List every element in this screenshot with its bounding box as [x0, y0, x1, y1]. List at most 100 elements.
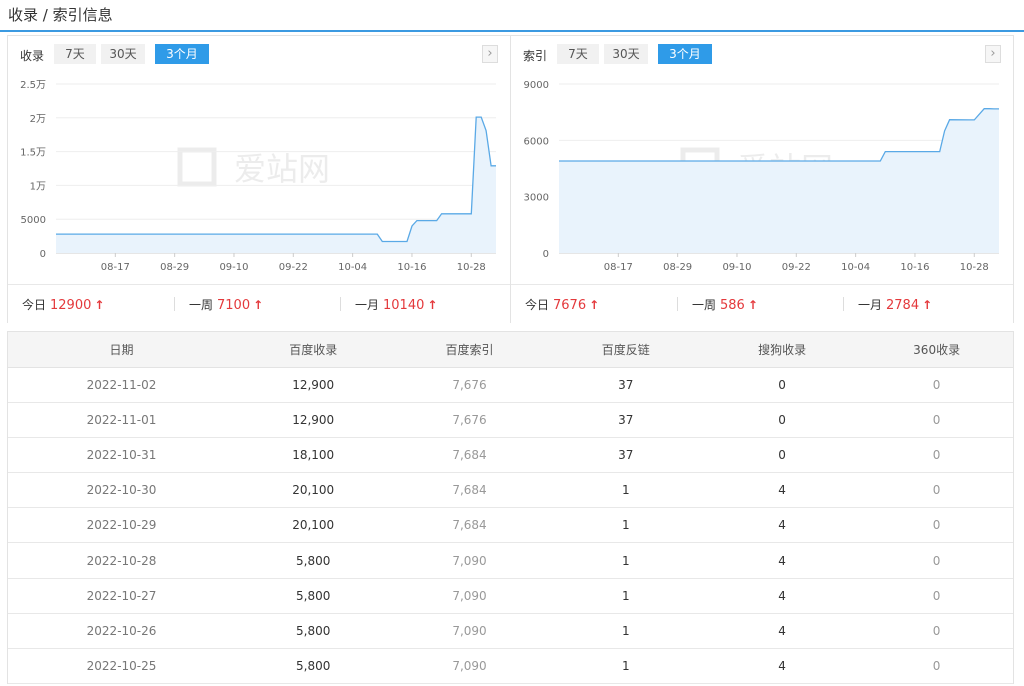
panel-label: 索引 [523, 49, 548, 63]
table-cell: 5,800 [235, 613, 392, 650]
tab-30d[interactable]: 30天 [101, 44, 145, 64]
arrow-up-icon: ↑ [922, 298, 933, 312]
table-row: 2022-10-30 20,100 7,684 1 4 0 [8, 472, 1013, 509]
table-row: 2022-10-28 5,800 7,090 1 4 0 [8, 542, 1013, 579]
table-cell: 37 [547, 367, 704, 403]
table-row: 2022-11-01 12,900 7,676 37 0 0 [8, 402, 1013, 438]
x-tick-label: 09-10 [722, 262, 751, 273]
tab-7d[interactable]: 7天 [54, 44, 96, 64]
stat-today: 今日 12900 ↑ [22, 298, 105, 313]
crawl-chart: 爱站网030006000900008-1708-2909-1009-2210-0… [524, 80, 999, 273]
table-cell: 0 [703, 437, 861, 474]
table-cell: 0 [860, 402, 1013, 438]
x-tick-label: 10-28 [457, 262, 486, 273]
stats-bar: 今日 12900 ↑ 一周 7100 ↑ 一月 10140 ↑ [8, 284, 510, 323]
arrow-up-icon: ↑ [427, 298, 438, 312]
x-tick-label: 08-17 [604, 262, 633, 273]
index-chart: 爱站网 0 5000 1万 1.5万 2万 2.5万 08-17 08-29 09-10 09-22… [20, 80, 496, 273]
page-title: 收录 / 索引信息 [8, 6, 113, 24]
table-cell: 0 [860, 367, 1013, 403]
column-header: 百度收录 [235, 332, 392, 368]
table-cell: 2022-11-01 [8, 402, 236, 438]
table-cell: 2022-10-25 [8, 648, 236, 685]
table-cell: 1 [547, 648, 704, 685]
y-tick-label: 0 [40, 249, 46, 260]
table-cell: 0 [860, 613, 1013, 650]
table-cell: 1 [547, 578, 704, 614]
column-header: 搜狗收录 [703, 332, 861, 368]
table-cell: 0 [860, 437, 1013, 474]
stat-month: 一月 10140 ↑ [355, 298, 438, 313]
table-cell: 2022-10-26 [8, 613, 236, 650]
table-cell: 7,090 [391, 613, 548, 650]
y-tick-label: 9000 [524, 80, 549, 91]
tabbar: 收录 7天 30天 3个月 › [8, 36, 510, 72]
stat-today: 今日 7676 ↑ [525, 298, 600, 313]
stat-week: 一周 586 ↑ [692, 298, 758, 313]
column-header: 百度索引 [391, 332, 548, 368]
x-tick-label: 10-04 [841, 262, 870, 273]
table-cell: 18,100 [235, 437, 392, 474]
y-tick-label: 1万 [30, 181, 46, 192]
y-tick-label: 3000 [524, 193, 549, 204]
table-cell: 7,684 [391, 437, 548, 474]
table-row: 2022-11-02 12,900 7,676 37 0 0 [8, 367, 1013, 403]
y-tick-label: 6000 [524, 136, 549, 147]
column-header: 日期 [8, 332, 236, 368]
table-cell: 5,800 [235, 542, 392, 579]
table-cell: 20,100 [235, 507, 392, 544]
table-cell: 7,090 [391, 648, 548, 685]
table-cell: 2022-10-27 [8, 578, 236, 614]
logo-icon [177, 147, 217, 187]
table-cell: 0 [703, 402, 861, 438]
x-tick-label: 09-10 [219, 262, 248, 273]
table-cell: 4 [703, 578, 861, 614]
arrow-up-icon: ↑ [589, 298, 600, 312]
panel-label: 收录 [20, 49, 45, 63]
table-cell: 0 [860, 648, 1013, 685]
table-cell: 1 [547, 472, 704, 509]
tabbar: 索引 7天 30天 3个月 › [511, 36, 1013, 72]
table-row: 2022-10-25 5,800 7,090 1 4 0 [8, 648, 1013, 685]
x-tick-label: 10-16 [900, 262, 929, 273]
chevron-right-icon[interactable]: › [985, 45, 1001, 63]
table-cell: 2022-10-30 [8, 472, 236, 509]
table-cell: 2022-10-29 [8, 507, 236, 544]
arrow-up-icon: ↑ [253, 298, 264, 312]
tab-3m[interactable]: 3个月 [155, 44, 209, 64]
table-row: 2022-10-29 20,100 7,684 1 4 0 [8, 507, 1013, 544]
table-cell: 0 [860, 578, 1013, 614]
table-cell: 37 [547, 402, 704, 438]
table-cell: 2022-10-31 [8, 437, 236, 474]
table-row: 2022-10-26 5,800 7,090 1 4 0 [8, 613, 1013, 650]
table-cell: 4 [703, 613, 861, 650]
table-cell: 12,900 [235, 367, 392, 403]
y-tick-label: 2万 [30, 114, 46, 125]
chevron-right-icon[interactable]: › [482, 45, 498, 63]
table-cell: 12,900 [235, 402, 392, 438]
table-cell: 2022-10-28 [8, 542, 236, 579]
tab-7d[interactable]: 7天 [557, 44, 599, 64]
arrow-up-icon: ↑ [94, 298, 105, 312]
table-cell: 7,676 [391, 367, 548, 403]
table-cell: 20,100 [235, 472, 392, 509]
x-tick-label: 10-16 [397, 262, 426, 273]
column-header: 百度反链 [547, 332, 704, 368]
table-cell: 1 [547, 542, 704, 579]
table-body: 2022-11-02 12,900 7,676 37 0 0 2022-11-01 12,90… [8, 367, 1013, 685]
table-cell: 1 [547, 507, 704, 544]
table-cell: 7,090 [391, 542, 548, 579]
table-cell: 0 [860, 507, 1013, 544]
x-tick-label: 09-22 [279, 262, 308, 273]
tab-30d[interactable]: 30天 [604, 44, 648, 64]
table-cell: 5,800 [235, 578, 392, 614]
x-tick-label: 09-22 [782, 262, 811, 273]
table-cell: 0 [860, 472, 1013, 509]
stat-month: 一月 2784 ↑ [858, 298, 933, 313]
tab-3m[interactable]: 3个月 [658, 44, 712, 64]
table-row: 2022-10-27 5,800 7,090 1 4 0 [8, 578, 1013, 614]
table-cell: 7,684 [391, 507, 548, 544]
table-cell: 0 [860, 542, 1013, 579]
table-cell: 4 [703, 507, 861, 544]
x-tick-label: 08-29 [663, 262, 692, 273]
